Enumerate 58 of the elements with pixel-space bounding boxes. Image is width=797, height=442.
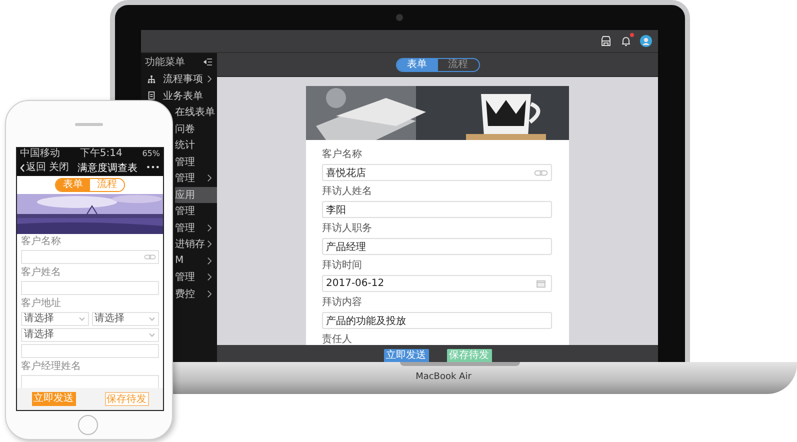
field-label: 拜访时间 xyxy=(322,259,363,272)
input-field[interactable]: 李阳 xyxy=(322,201,552,218)
sidebar-item[interactable]: 费控 xyxy=(175,286,217,302)
sidebar-item[interactable]: 业务表单 xyxy=(141,88,217,104)
more-button[interactable]: ••• xyxy=(146,162,160,174)
sidebar-item[interactable]: 问卷 xyxy=(175,120,217,137)
field-label: 客户姓名 xyxy=(21,267,62,279)
avatar-icon[interactable] xyxy=(640,35,652,47)
select-field[interactable]: 请选择 xyxy=(21,328,159,342)
sidebar-item[interactable]: 管理 xyxy=(175,269,217,286)
sidebar-item[interactable]: 流程事项 xyxy=(141,71,217,88)
field-label: 拜访人职务 xyxy=(322,222,373,235)
field-label: 客户经理姓名 xyxy=(21,361,82,373)
input-field[interactable]: 产品经理 xyxy=(322,238,552,255)
camera-icon xyxy=(396,14,403,21)
caret-icon xyxy=(149,331,155,337)
back-button[interactable]: 返回 xyxy=(20,162,46,174)
sidebar-item[interactable]: 管理 xyxy=(175,203,217,220)
link-icon xyxy=(534,168,548,176)
input-field[interactable] xyxy=(21,344,159,358)
brand-label: MacBook Air xyxy=(416,372,472,383)
sidebar-title: 功能菜单 xyxy=(145,56,185,69)
page-title: 满意度调查表 xyxy=(76,162,138,174)
input-field[interactable]: 喜悦花店 xyxy=(322,164,552,181)
input-field[interactable]: 2017-06-12 xyxy=(322,275,552,292)
bell-icon[interactable] xyxy=(620,35,632,47)
sidebar-item[interactable]: 统计 xyxy=(175,137,217,154)
close-button[interactable]: 关闭 xyxy=(49,162,69,174)
select-field[interactable]: 请选择 xyxy=(92,312,159,326)
clock: 下午5:14 xyxy=(80,148,122,159)
sidebar-item[interactable]: M xyxy=(175,252,217,269)
field-label: 责任人 xyxy=(322,333,353,345)
sidebar-item[interactable]: 管理 xyxy=(175,220,217,236)
chevron-left-icon xyxy=(20,164,25,172)
store-icon[interactable] xyxy=(600,35,612,47)
sidebar-item[interactable]: 在线表单 xyxy=(175,104,217,120)
select-field[interactable]: 请选择 xyxy=(21,312,88,326)
sidebar-item[interactable]: 进销存 xyxy=(175,236,217,252)
sidebar-item[interactable]: 应用 xyxy=(175,186,217,203)
input-field[interactable] xyxy=(21,250,159,264)
collapse-icon[interactable] xyxy=(203,58,213,66)
home-button[interactable] xyxy=(78,415,98,435)
sidebar-item[interactable]: 管理 xyxy=(175,170,217,186)
field-label: 拜访内容 xyxy=(322,296,363,309)
input-field[interactable] xyxy=(21,281,159,295)
field-label: 客户名称 xyxy=(322,148,363,161)
field-label: 客户名称 xyxy=(21,236,62,248)
sidebar-item[interactable]: 管理 xyxy=(175,154,217,170)
caret-icon xyxy=(78,315,84,321)
field-label: 客户地址 xyxy=(21,298,62,310)
carrier-label: 中国移动 xyxy=(20,148,60,159)
battery-label: 65% xyxy=(142,148,160,159)
org-chart-icon xyxy=(147,74,156,84)
field-label: 拜访人姓名 xyxy=(322,185,373,198)
calendar-icon xyxy=(534,280,548,288)
input-field[interactable]: 产品的功能及投放 xyxy=(322,312,552,329)
caret-icon xyxy=(149,315,155,321)
link-icon xyxy=(144,254,156,260)
